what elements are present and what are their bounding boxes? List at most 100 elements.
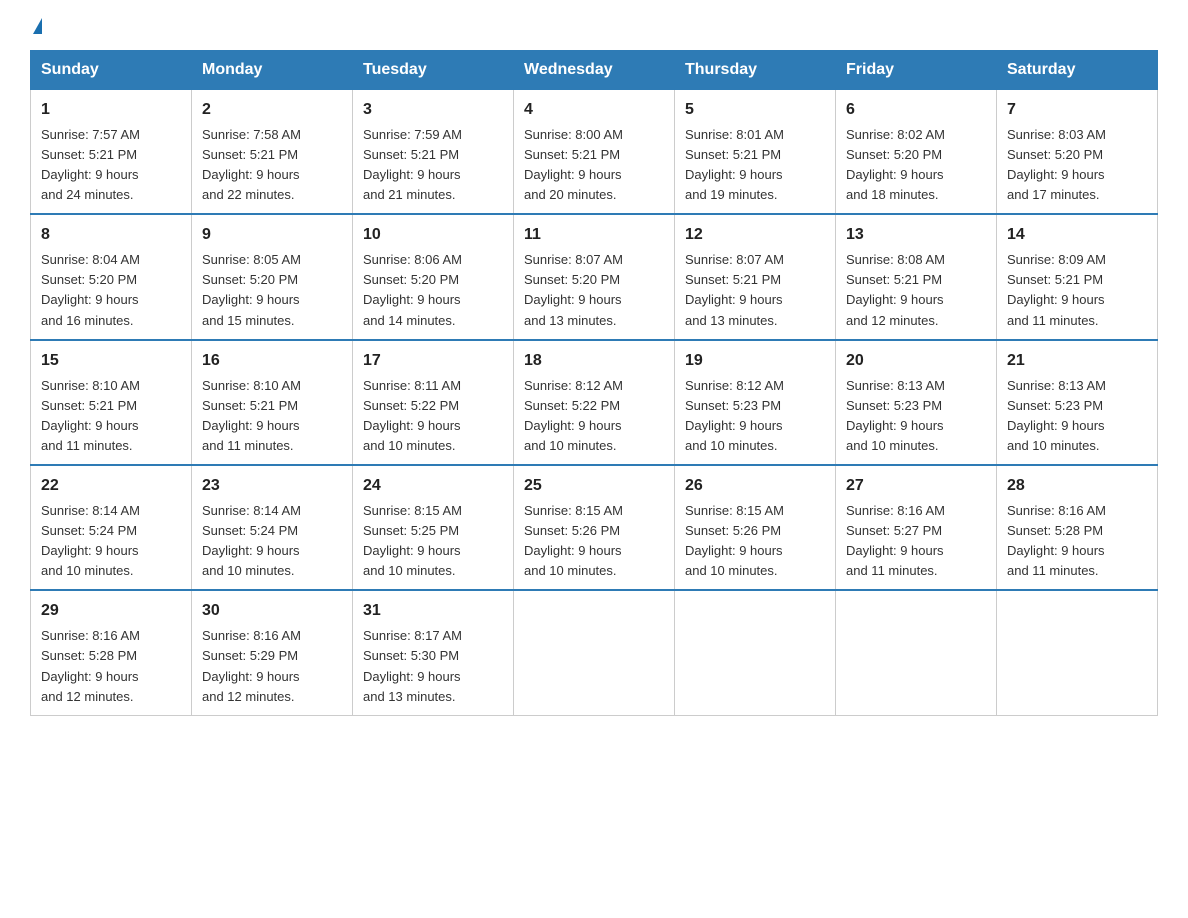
logo-triangle-icon (33, 18, 42, 34)
calendar-cell: 30Sunrise: 8:16 AM Sunset: 5:29 PM Dayli… (192, 590, 353, 715)
day-info: Sunrise: 8:13 AM Sunset: 5:23 PM Dayligh… (1007, 376, 1147, 457)
calendar-cell: 19Sunrise: 8:12 AM Sunset: 5:23 PM Dayli… (675, 340, 836, 465)
day-number: 29 (41, 599, 181, 624)
calendar-cell: 9Sunrise: 8:05 AM Sunset: 5:20 PM Daylig… (192, 214, 353, 339)
day-info: Sunrise: 8:01 AM Sunset: 5:21 PM Dayligh… (685, 125, 825, 206)
day-info: Sunrise: 8:12 AM Sunset: 5:22 PM Dayligh… (524, 376, 664, 457)
day-number: 19 (685, 349, 825, 374)
calendar-cell: 1Sunrise: 7:57 AM Sunset: 5:21 PM Daylig… (31, 90, 192, 215)
calendar-week-row: 8Sunrise: 8:04 AM Sunset: 5:20 PM Daylig… (31, 214, 1158, 339)
page-header (30, 20, 1158, 32)
calendar-cell (836, 590, 997, 715)
calendar-cell: 3Sunrise: 7:59 AM Sunset: 5:21 PM Daylig… (353, 90, 514, 215)
day-info: Sunrise: 8:04 AM Sunset: 5:20 PM Dayligh… (41, 250, 181, 331)
calendar-cell: 5Sunrise: 8:01 AM Sunset: 5:21 PM Daylig… (675, 90, 836, 215)
day-info: Sunrise: 8:10 AM Sunset: 5:21 PM Dayligh… (202, 376, 342, 457)
day-number: 3 (363, 98, 503, 123)
calendar-cell: 22Sunrise: 8:14 AM Sunset: 5:24 PM Dayli… (31, 465, 192, 590)
calendar-cell: 14Sunrise: 8:09 AM Sunset: 5:21 PM Dayli… (997, 214, 1158, 339)
calendar-cell: 8Sunrise: 8:04 AM Sunset: 5:20 PM Daylig… (31, 214, 192, 339)
day-number: 5 (685, 98, 825, 123)
day-info: Sunrise: 8:10 AM Sunset: 5:21 PM Dayligh… (41, 376, 181, 457)
day-number: 6 (846, 98, 986, 123)
calendar-cell (997, 590, 1158, 715)
calendar-cell: 31Sunrise: 8:17 AM Sunset: 5:30 PM Dayli… (353, 590, 514, 715)
calendar-cell (514, 590, 675, 715)
day-number: 21 (1007, 349, 1147, 374)
calendar-cell: 26Sunrise: 8:15 AM Sunset: 5:26 PM Dayli… (675, 465, 836, 590)
day-number: 26 (685, 474, 825, 499)
calendar-cell: 15Sunrise: 8:10 AM Sunset: 5:21 PM Dayli… (31, 340, 192, 465)
day-number: 23 (202, 474, 342, 499)
day-info: Sunrise: 8:15 AM Sunset: 5:26 PM Dayligh… (685, 501, 825, 582)
day-number: 13 (846, 223, 986, 248)
day-number: 25 (524, 474, 664, 499)
day-number: 9 (202, 223, 342, 248)
day-info: Sunrise: 8:07 AM Sunset: 5:20 PM Dayligh… (524, 250, 664, 331)
weekday-header-wednesday: Wednesday (514, 51, 675, 90)
day-number: 14 (1007, 223, 1147, 248)
weekday-header-sunday: Sunday (31, 51, 192, 90)
logo-line1 (30, 20, 42, 36)
day-number: 1 (41, 98, 181, 123)
day-number: 8 (41, 223, 181, 248)
day-info: Sunrise: 8:08 AM Sunset: 5:21 PM Dayligh… (846, 250, 986, 331)
calendar-cell: 2Sunrise: 7:58 AM Sunset: 5:21 PM Daylig… (192, 90, 353, 215)
day-number: 31 (363, 599, 503, 624)
day-number: 2 (202, 98, 342, 123)
calendar-cell: 20Sunrise: 8:13 AM Sunset: 5:23 PM Dayli… (836, 340, 997, 465)
day-info: Sunrise: 8:07 AM Sunset: 5:21 PM Dayligh… (685, 250, 825, 331)
day-info: Sunrise: 8:16 AM Sunset: 5:28 PM Dayligh… (1007, 501, 1147, 582)
day-number: 17 (363, 349, 503, 374)
calendar-cell: 17Sunrise: 8:11 AM Sunset: 5:22 PM Dayli… (353, 340, 514, 465)
calendar-cell: 11Sunrise: 8:07 AM Sunset: 5:20 PM Dayli… (514, 214, 675, 339)
weekday-header-saturday: Saturday (997, 51, 1158, 90)
day-info: Sunrise: 8:02 AM Sunset: 5:20 PM Dayligh… (846, 125, 986, 206)
day-info: Sunrise: 8:03 AM Sunset: 5:20 PM Dayligh… (1007, 125, 1147, 206)
weekday-header-monday: Monday (192, 51, 353, 90)
day-number: 12 (685, 223, 825, 248)
calendar-week-row: 29Sunrise: 8:16 AM Sunset: 5:28 PM Dayli… (31, 590, 1158, 715)
calendar-cell: 21Sunrise: 8:13 AM Sunset: 5:23 PM Dayli… (997, 340, 1158, 465)
day-info: Sunrise: 8:16 AM Sunset: 5:28 PM Dayligh… (41, 626, 181, 707)
weekday-header-tuesday: Tuesday (353, 51, 514, 90)
calendar-cell: 16Sunrise: 8:10 AM Sunset: 5:21 PM Dayli… (192, 340, 353, 465)
calendar-cell: 13Sunrise: 8:08 AM Sunset: 5:21 PM Dayli… (836, 214, 997, 339)
calendar-cell: 12Sunrise: 8:07 AM Sunset: 5:21 PM Dayli… (675, 214, 836, 339)
calendar-cell: 25Sunrise: 8:15 AM Sunset: 5:26 PM Dayli… (514, 465, 675, 590)
day-info: Sunrise: 8:14 AM Sunset: 5:24 PM Dayligh… (202, 501, 342, 582)
day-number: 30 (202, 599, 342, 624)
day-info: Sunrise: 8:13 AM Sunset: 5:23 PM Dayligh… (846, 376, 986, 457)
calendar-week-row: 15Sunrise: 8:10 AM Sunset: 5:21 PM Dayli… (31, 340, 1158, 465)
calendar-cell: 23Sunrise: 8:14 AM Sunset: 5:24 PM Dayli… (192, 465, 353, 590)
day-number: 7 (1007, 98, 1147, 123)
calendar-week-row: 22Sunrise: 8:14 AM Sunset: 5:24 PM Dayli… (31, 465, 1158, 590)
day-number: 15 (41, 349, 181, 374)
day-info: Sunrise: 8:15 AM Sunset: 5:25 PM Dayligh… (363, 501, 503, 582)
calendar-cell: 27Sunrise: 8:16 AM Sunset: 5:27 PM Dayli… (836, 465, 997, 590)
day-info: Sunrise: 8:11 AM Sunset: 5:22 PM Dayligh… (363, 376, 503, 457)
day-info: Sunrise: 8:12 AM Sunset: 5:23 PM Dayligh… (685, 376, 825, 457)
day-info: Sunrise: 7:57 AM Sunset: 5:21 PM Dayligh… (41, 125, 181, 206)
day-info: Sunrise: 8:14 AM Sunset: 5:24 PM Dayligh… (41, 501, 181, 582)
calendar-table: SundayMondayTuesdayWednesdayThursdayFrid… (30, 50, 1158, 716)
day-number: 11 (524, 223, 664, 248)
day-info: Sunrise: 7:58 AM Sunset: 5:21 PM Dayligh… (202, 125, 342, 206)
day-info: Sunrise: 8:00 AM Sunset: 5:21 PM Dayligh… (524, 125, 664, 206)
day-number: 16 (202, 349, 342, 374)
day-info: Sunrise: 7:59 AM Sunset: 5:21 PM Dayligh… (363, 125, 503, 206)
weekday-header-thursday: Thursday (675, 51, 836, 90)
weekday-header-row: SundayMondayTuesdayWednesdayThursdayFrid… (31, 51, 1158, 90)
calendar-cell: 29Sunrise: 8:16 AM Sunset: 5:28 PM Dayli… (31, 590, 192, 715)
calendar-cell: 18Sunrise: 8:12 AM Sunset: 5:22 PM Dayli… (514, 340, 675, 465)
calendar-cell: 24Sunrise: 8:15 AM Sunset: 5:25 PM Dayli… (353, 465, 514, 590)
calendar-cell: 7Sunrise: 8:03 AM Sunset: 5:20 PM Daylig… (997, 90, 1158, 215)
day-info: Sunrise: 8:09 AM Sunset: 5:21 PM Dayligh… (1007, 250, 1147, 331)
calendar-cell: 28Sunrise: 8:16 AM Sunset: 5:28 PM Dayli… (997, 465, 1158, 590)
day-number: 18 (524, 349, 664, 374)
day-info: Sunrise: 8:06 AM Sunset: 5:20 PM Dayligh… (363, 250, 503, 331)
day-number: 22 (41, 474, 181, 499)
calendar-cell: 4Sunrise: 8:00 AM Sunset: 5:21 PM Daylig… (514, 90, 675, 215)
calendar-cell: 10Sunrise: 8:06 AM Sunset: 5:20 PM Dayli… (353, 214, 514, 339)
day-info: Sunrise: 8:15 AM Sunset: 5:26 PM Dayligh… (524, 501, 664, 582)
